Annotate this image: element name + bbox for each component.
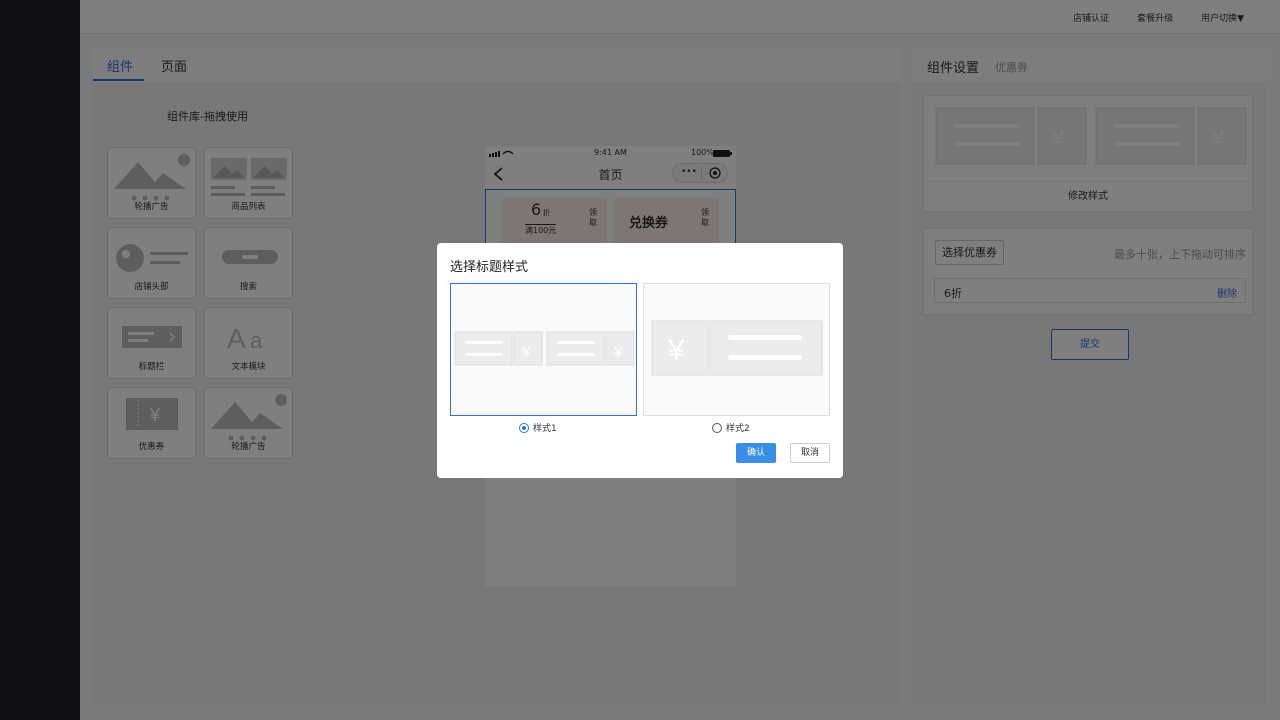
modal-title: 选择标题样式 — [450, 260, 529, 275]
style-select-modal: 选择标题样式 ¥ ¥ ¥ 样式1 样式2 确认 取消 — [437, 243, 843, 478]
cancel-button[interactable]: 取消 — [790, 443, 830, 463]
coupon-style-1-icon: ¥ ¥ — [454, 331, 635, 366]
svg-text:¥: ¥ — [613, 344, 623, 361]
style-1-label: 样式1 — [533, 424, 557, 434]
coupon-style-2-icon: ¥ — [651, 320, 823, 376]
style-2-radio[interactable] — [712, 422, 722, 433]
svg-text:¥: ¥ — [667, 334, 685, 367]
style-option-1[interactable]: ¥ ¥ — [450, 283, 637, 416]
confirm-button[interactable]: 确认 — [736, 443, 776, 463]
style-1-radio-row[interactable]: 样式1 — [519, 421, 557, 434]
style-2-label: 样式2 — [726, 424, 750, 434]
style-1-radio[interactable] — [519, 422, 529, 433]
style-option-2[interactable]: ¥ — [643, 283, 830, 416]
svg-text:¥: ¥ — [521, 344, 531, 361]
style-2-radio-row[interactable]: 样式2 — [712, 421, 750, 434]
